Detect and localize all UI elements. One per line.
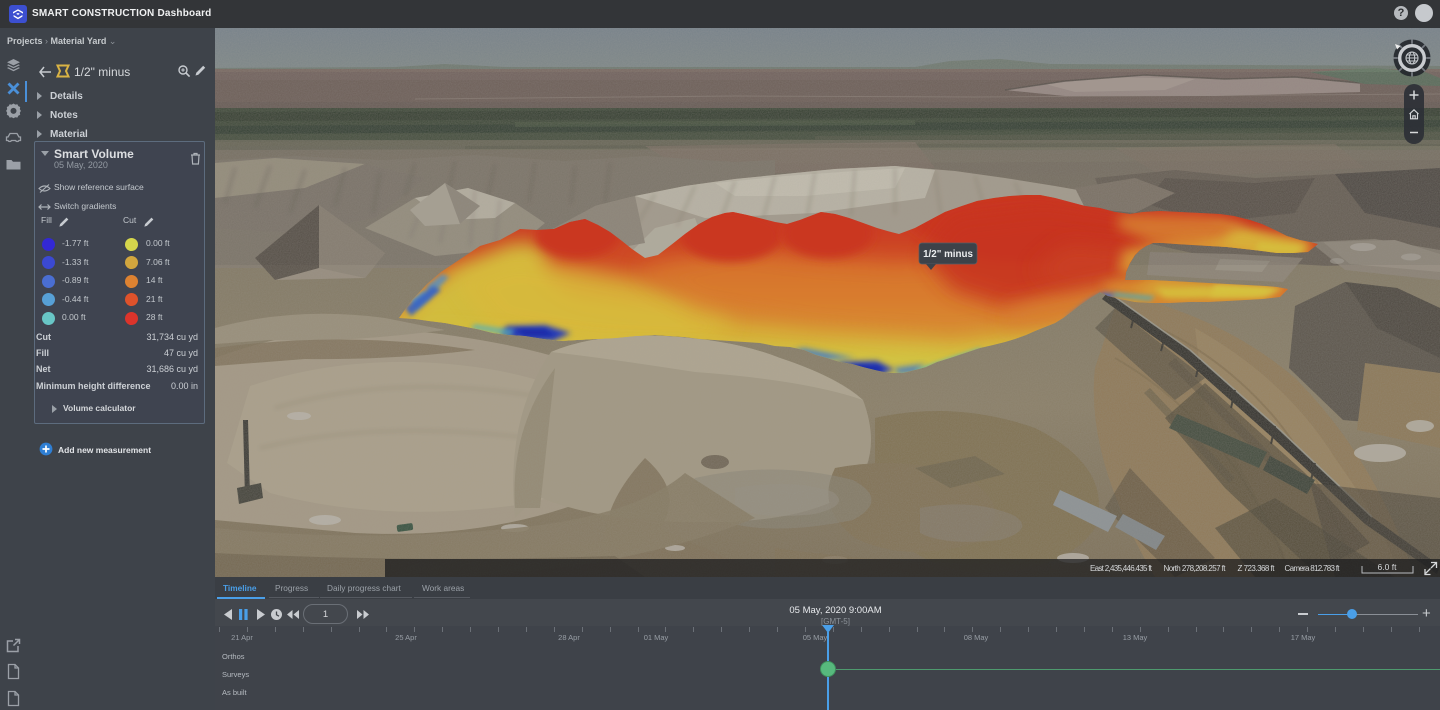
svg-text:Camera 812.783 ft: Camera 812.783 ft bbox=[1285, 564, 1341, 573]
svg-text:North 278,208.257 ft: North 278,208.257 ft bbox=[1164, 564, 1227, 573]
svg-text:East 2,435,446.435 ft: East 2,435,446.435 ft bbox=[1090, 564, 1153, 573]
svg-text:1/2" minus: 1/2" minus bbox=[923, 249, 973, 260]
svg-text:Z 723.368 ft: Z 723.368 ft bbox=[1238, 564, 1276, 573]
svg-text:6.0 ft: 6.0 ft bbox=[1378, 562, 1398, 572]
